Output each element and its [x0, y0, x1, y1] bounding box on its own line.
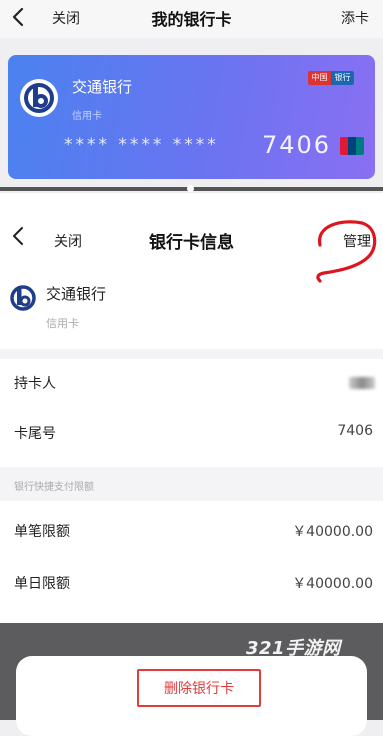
card-tail-row: 卡尾号 7406	[0, 409, 383, 459]
card-tail-digits: 7406	[262, 131, 332, 159]
card-info-panel: 关闭 银行卡信息 管理 交通银行 信用卡 持卡人 卡尾号 7406 银行快捷支付…	[0, 193, 383, 623]
card-tail-label: 卡尾号	[14, 426, 56, 442]
card-tail-value: 7406	[337, 423, 373, 439]
brand-badge-right: 银行	[331, 71, 354, 85]
page-title: 我的银行卡	[151, 10, 232, 29]
cardholder-row: 持卡人	[0, 359, 383, 409]
site-watermark: 321手游网	[246, 638, 341, 659]
panel-bank-name: 交通银行	[46, 285, 107, 303]
card-masked-number: **** **** ****	[64, 135, 219, 155]
single-limit-row: 单笔限额 ￥40000.00	[0, 507, 383, 557]
top-nav-bar: 关闭 我的银行卡 添卡	[0, 0, 383, 38]
limits-section-title: 银行快捷支付限额	[14, 482, 94, 493]
section-divider	[0, 349, 383, 359]
sheet-handle[interactable]	[187, 185, 194, 192]
daily-limit-label: 单日限额	[14, 576, 70, 592]
daily-limit-row: 单日限额 ￥40000.00	[0, 559, 383, 609]
red-circle-annotation-icon	[316, 220, 377, 283]
daily-limit-value: ￥40000.00	[292, 576, 373, 592]
bank-logo-icon	[20, 79, 58, 117]
brand-badge-left: 中国	[308, 71, 331, 85]
single-limit-value: ￥40000.00	[292, 524, 373, 540]
panel-card-type: 信用卡	[46, 317, 79, 330]
limits-section-header: 银行快捷支付限额	[0, 467, 383, 501]
delete-card-button[interactable]: 删除银行卡	[137, 669, 261, 707]
cardholder-name-redacted	[349, 377, 375, 389]
add-card-button[interactable]: 添卡	[341, 8, 369, 28]
card-type: 信用卡	[72, 111, 102, 122]
single-limit-label: 单笔限额	[14, 524, 70, 540]
card-bank-name: 交通银行	[72, 78, 133, 96]
cardholder-label: 持卡人	[14, 376, 56, 392]
bank-logo-icon	[10, 285, 36, 311]
bank-card[interactable]: 交通银行 信用卡 **** **** **** 7406 中国 银行	[8, 55, 375, 179]
unionpay-logo-icon	[340, 137, 364, 155]
bank-brand-badge: 中国 银行	[308, 71, 354, 85]
